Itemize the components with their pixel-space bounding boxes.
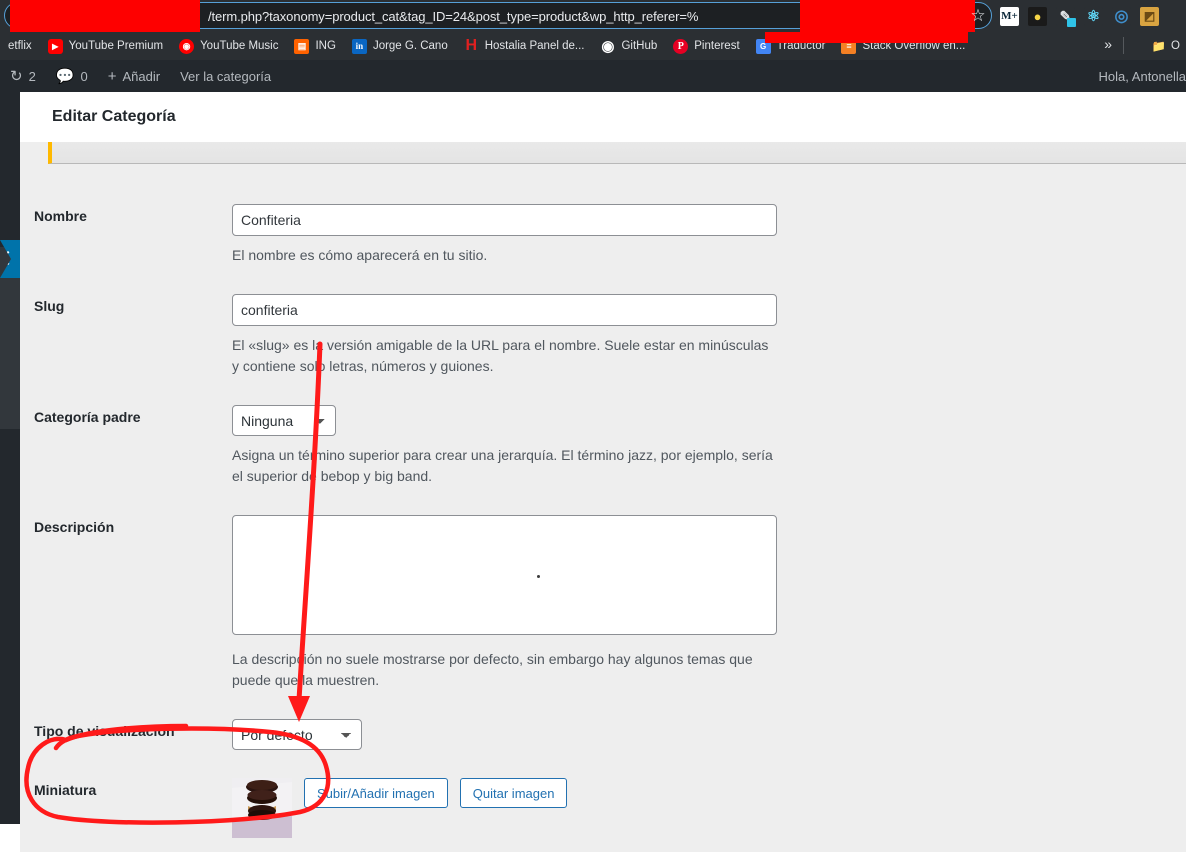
- admin-bar-new-label: Añadir: [122, 68, 161, 84]
- name-input[interactable]: [232, 204, 777, 236]
- admin-bar-greeting: Hola, Antonella: [1098, 68, 1186, 84]
- bookmark-label: Hostalia Panel de...: [484, 40, 585, 52]
- bookmark-label: ING: [315, 40, 336, 52]
- github-icon: ◉: [601, 38, 615, 55]
- remove-image-button[interactable]: Quitar imagen: [459, 778, 568, 808]
- admin-notice: [48, 142, 1186, 164]
- admin-bar-updates[interactable]: ↻ 2: [0, 60, 46, 92]
- bookmark-youtube-music[interactable]: ◉ YouTube Music: [171, 35, 286, 57]
- name-description: El nombre es cómo aparecerá en tu sitio.: [232, 247, 488, 263]
- wp-admin-body: Editar Categoría Nombre El nombre es cóm…: [0, 92, 1186, 852]
- youtube-premium-icon: ▶: [47, 38, 63, 54]
- admin-bar-new[interactable]: + Añadir: [98, 60, 170, 92]
- bookmark-label: etflix: [8, 40, 32, 52]
- parent-description: Asigna un término superior para crear un…: [232, 447, 773, 484]
- thumbnail-preview-image[interactable]: [232, 778, 292, 838]
- comments-count: 0: [80, 68, 88, 84]
- bookmarks-divider: [1123, 37, 1124, 54]
- form-row-thumbnail: Miniatura Subir/Añadir imagen Quitar ima…: [20, 764, 1186, 852]
- form-row-slug: Slug El «slug» es la versión amigable de…: [20, 280, 1186, 391]
- wp-admin-sidebar: [0, 92, 20, 824]
- label-tipo-visualizacion: Tipo de visualización: [34, 723, 175, 739]
- bookmarks-bar: etflix ▶ YouTube Premium ◉ YouTube Music…: [0, 32, 1186, 60]
- label-miniatura: Miniatura: [34, 782, 97, 798]
- redaction-block-bookmarks: [765, 32, 968, 43]
- redaction-block-right: [800, 0, 975, 32]
- upload-add-image-button[interactable]: Subir/Añadir imagen: [304, 778, 448, 808]
- thumbnail-controls: Subir/Añadir imagen Quitar imagen: [232, 778, 1176, 838]
- bookmark-label: YouTube Premium: [68, 40, 164, 52]
- tan-extension-icon[interactable]: ◩: [1140, 6, 1159, 26]
- redaction-block-left: [10, 0, 200, 32]
- stray-dot-artifact: [537, 575, 540, 578]
- ing-icon: ▤: [294, 38, 310, 54]
- extension-icons: M+ ● ✎ ⚛ ◎ ◩: [1000, 0, 1159, 32]
- display-type-select[interactable]: Por defecto: [232, 719, 362, 750]
- browser-address-bar[interactable]: /term.php?taxonomy=product_cat&tag_ID=24…: [0, 0, 1186, 32]
- label-slug: Slug: [34, 298, 65, 314]
- bookmark-label: Jorge G. Cano: [372, 40, 448, 52]
- label-categoria-padre: Categoría padre: [34, 409, 141, 425]
- updates-icon: ↻: [10, 67, 23, 85]
- admin-bar-view-category[interactable]: Ver la categoría: [170, 60, 281, 92]
- admin-bar-comments[interactable]: 💬 0: [46, 60, 98, 92]
- bookmark-folder-label: O: [1171, 40, 1180, 52]
- opera-ring-extension-icon[interactable]: ◎: [1112, 6, 1131, 26]
- description-help: La descripción no suele mostrarse por de…: [232, 651, 753, 688]
- bookmark-hostalia[interactable]: H Hostalia Panel de...: [456, 35, 593, 57]
- youtube-music-icon: ◉: [179, 38, 195, 54]
- page-title: Editar Categoría: [52, 108, 176, 125]
- admin-bar-account[interactable]: Hola, Antonella: [1099, 60, 1186, 92]
- bookmarks-overflow-button[interactable]: »: [1104, 36, 1112, 52]
- bookmark-folder[interactable]: 📁 O: [1152, 32, 1180, 60]
- bulb-extension-icon[interactable]: ●: [1028, 6, 1047, 26]
- bookmark-github[interactable]: ◉ GitHub: [592, 35, 665, 57]
- bookmark-ing[interactable]: ▤ ING: [286, 35, 343, 57]
- form-table: Nombre El nombre es cómo aparecerá en tu…: [20, 190, 1186, 852]
- plus-icon: +: [107, 67, 117, 85]
- page-header: Editar Categoría: [20, 92, 1186, 142]
- form-row-parent: Categoría padre Ninguna Asigna un términ…: [20, 391, 1186, 501]
- wp-admin-bar: ↻ 2 💬 0 + Añadir Ver la categoría Hola, …: [0, 60, 1186, 92]
- slug-description: El «slug» es la versión amigable de la U…: [232, 337, 769, 374]
- label-nombre: Nombre: [34, 208, 87, 224]
- admin-bar-view-label: Ver la categoría: [180, 68, 272, 84]
- form-row-name: Nombre El nombre es cómo aparecerá en tu…: [20, 190, 1186, 280]
- comments-icon: 💬: [55, 67, 75, 85]
- alfajores-thumbnail-graphic: [232, 778, 292, 838]
- bookmark-linkedin-profile[interactable]: in Jorge G. Cano: [344, 35, 456, 57]
- slug-input[interactable]: [232, 294, 777, 326]
- hostalia-icon: H: [465, 37, 478, 54]
- parent-category-select[interactable]: Ninguna: [232, 405, 336, 436]
- linkedin-icon: in: [351, 38, 367, 54]
- bookmark-label: YouTube Music: [200, 40, 279, 52]
- bookmark-label: Pinterest: [694, 40, 740, 52]
- updates-count: 2: [28, 68, 36, 84]
- marker-extension-icon[interactable]: ✎: [1056, 6, 1076, 27]
- bookmark-youtube-premium[interactable]: ▶ YouTube Premium: [40, 35, 171, 57]
- folder-icon: 📁: [1151, 41, 1167, 53]
- movistar-extension-icon[interactable]: M+: [1000, 6, 1019, 26]
- address-bar-url[interactable]: /term.php?taxonomy=product_cat&tag_ID=24…: [208, 0, 698, 32]
- browser-chrome: /term.php?taxonomy=product_cat&tag_ID=24…: [0, 0, 1186, 60]
- bookmark-pinterest[interactable]: P Pinterest: [665, 35, 747, 57]
- description-textarea[interactable]: [232, 515, 777, 635]
- form-row-description: Descripción La descripción no suele most…: [20, 501, 1186, 705]
- edit-term-form: Nombre El nombre es cómo aparecerá en tu…: [20, 164, 1186, 852]
- pinterest-icon: P: [673, 38, 689, 54]
- bookmark-label: GitHub: [621, 40, 658, 52]
- react-devtools-icon[interactable]: ⚛: [1084, 6, 1103, 26]
- label-descripcion: Descripción: [34, 519, 115, 535]
- bookmark-netflix[interactable]: etflix: [0, 35, 40, 57]
- bookmark-star-icon[interactable]: ☆: [968, 6, 988, 26]
- wp-admin-content: Editar Categoría Nombre El nombre es cóm…: [20, 92, 1186, 852]
- form-row-display-type: Tipo de visualización Por defecto: [20, 705, 1186, 764]
